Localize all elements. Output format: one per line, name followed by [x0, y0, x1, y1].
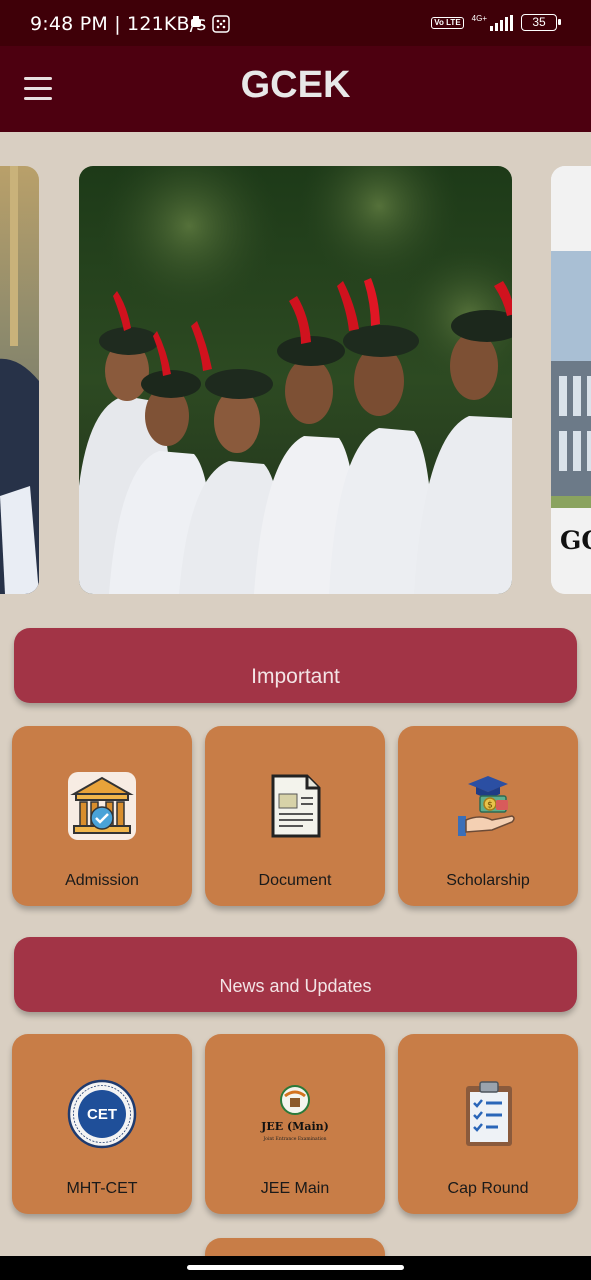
tile-label: Scholarship	[446, 872, 530, 889]
home-gesture-handle[interactable]	[187, 1265, 404, 1270]
jee-logo-subtext: Joint Entrance Examination	[262, 1136, 326, 1142]
jee-main-logo-icon: JEE (Main) Joint Entrance Examination	[260, 1085, 329, 1142]
tile-label: Cap Round	[447, 1180, 529, 1197]
cet-logo-text: CET	[87, 1106, 117, 1123]
status-bar: 9:48 PM | 121KB/s Vo LTE 4G+ 35	[0, 0, 591, 46]
jee-main-tile[interactable]: JEE (Main) Joint Entrance Examination JE…	[205, 1034, 385, 1214]
tile-label: MHT-CET	[66, 1180, 138, 1197]
clipboard-checklist-icon	[466, 1081, 512, 1146]
image-carousel[interactable]: GO	[0, 166, 591, 594]
network-type: 4G+	[471, 14, 487, 23]
slide-caption: GO	[560, 526, 591, 555]
section-header-important[interactable]: Important	[14, 628, 577, 703]
cap-round-tile[interactable]: Cap Round	[398, 1034, 578, 1214]
tile-label: JEE Main	[260, 1180, 330, 1197]
apps-grid-icon	[212, 15, 230, 33]
admission-tile[interactable]: Admission	[12, 726, 192, 906]
ncc-cadets-photo	[79, 166, 512, 594]
svg-text:$: $	[487, 801, 493, 811]
carousel-slide-current[interactable]	[79, 166, 512, 594]
volte-icon: Vo LTE	[431, 16, 464, 29]
system-navigation-bar	[0, 1256, 591, 1280]
alarm-icon	[191, 16, 201, 27]
institution-badge-icon	[68, 772, 136, 840]
scholarship-tile[interactable]: $ Scholarship	[398, 726, 578, 906]
app-bar: GCEK	[0, 46, 591, 132]
document-tile[interactable]: Document	[205, 726, 385, 906]
tile-label: Document	[258, 872, 332, 889]
signal-icon	[490, 15, 513, 31]
app-title: GCEK	[240, 64, 351, 106]
carousel-slide-next[interactable]: GO	[551, 166, 591, 594]
mht-cet-tile[interactable]: CET MHT-CET	[12, 1034, 192, 1214]
carousel-slide-previous[interactable]	[0, 166, 39, 594]
document-icon	[271, 774, 321, 838]
battery-icon: 35	[521, 14, 561, 31]
cet-logo-icon: CET	[67, 1079, 137, 1149]
tile-label: Admission	[65, 872, 139, 889]
ceremony-photo	[0, 166, 39, 594]
jee-logo-text: JEE (Main)	[260, 1120, 329, 1133]
scholarship-hand-icon: $	[458, 776, 515, 836]
section-header-news-and-updates[interactable]: News and Updates	[14, 937, 577, 1012]
status-time: 9:48 PM | 121KB/s	[30, 13, 207, 35]
battery-level: 35	[532, 15, 546, 29]
